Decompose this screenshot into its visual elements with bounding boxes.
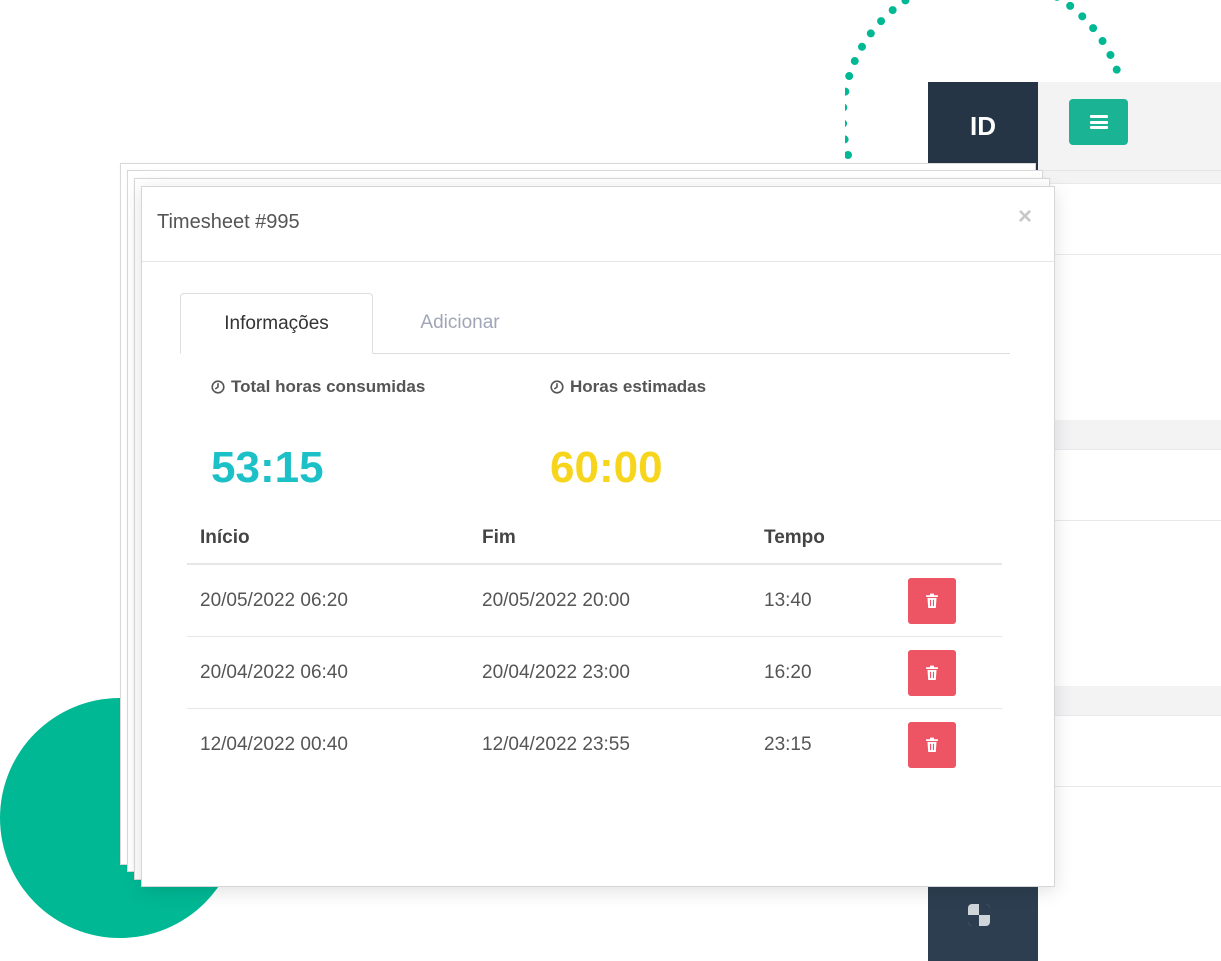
timesheet-table: Início Fim Tempo 20/05/2022 06:20 20/05/… xyxy=(187,513,1002,780)
tab-informacoes[interactable]: Informações xyxy=(180,293,373,354)
table-row: 12/04/2022 00:40 12/04/2022 23:55 23:15 xyxy=(187,709,1002,781)
delete-button[interactable] xyxy=(908,577,956,624)
clock-icon xyxy=(211,380,225,394)
table-row: 20/05/2022 06:20 20/05/2022 20:00 13:40 xyxy=(187,564,1002,637)
close-icon[interactable]: × xyxy=(1018,205,1032,229)
modal-header: Timesheet #995 × xyxy=(142,187,1054,262)
trash-icon xyxy=(926,737,938,752)
trash-icon xyxy=(926,665,938,680)
cell-fim: 20/04/2022 23:00 xyxy=(469,636,751,709)
cell-actions xyxy=(891,564,1002,637)
cell-actions xyxy=(891,709,1002,781)
table-header-row: Início Fim Tempo xyxy=(187,513,1002,565)
cell-fim: 12/04/2022 23:55 xyxy=(482,733,630,755)
cell-tempo: 16:20 xyxy=(751,636,891,709)
column-header-inicio: Início xyxy=(187,513,469,565)
tab-bar: Informações Adicionar xyxy=(180,293,1010,354)
stat-consumed: Total horas consumidas 53:15 xyxy=(211,377,425,492)
cell-fim: 20/05/2022 20:00 xyxy=(469,564,751,637)
content-panel xyxy=(1038,183,1221,420)
trash-icon xyxy=(926,593,938,608)
stat-consumed-value: 53:15 xyxy=(211,443,324,492)
stat-estimated: Horas estimadas 60:00 xyxy=(550,377,706,492)
cell-tempo: 23:15 xyxy=(764,733,812,755)
column-header-actions xyxy=(891,513,1002,565)
clock-icon xyxy=(550,380,564,394)
delete-button[interactable] xyxy=(908,649,956,696)
cell-inicio: 20/05/2022 06:20 xyxy=(187,564,469,637)
app-logo: ID xyxy=(928,82,1038,170)
dashboard-icon[interactable] xyxy=(968,904,990,926)
cell-actions xyxy=(891,636,1002,709)
stat-consumed-label-row: Total horas consumidas xyxy=(211,377,425,397)
top-bar xyxy=(1038,82,1221,171)
menu-toggle-button[interactable] xyxy=(1069,99,1128,145)
stat-estimated-label-row: Horas estimadas xyxy=(550,377,706,397)
timesheet-modal: Timesheet #995 × Informações Adicionar T… xyxy=(141,186,1055,887)
stat-estimated-value: 60:00 xyxy=(550,443,663,492)
modal-title: Timesheet #995 xyxy=(157,211,300,233)
stat-estimated-label: Horas estimadas xyxy=(570,377,707,396)
cell-inicio: 12/04/2022 00:40 xyxy=(200,733,348,755)
stage: ID Timesheet #995 × Informações Adiciona… xyxy=(0,0,1221,961)
content-panel xyxy=(1038,715,1221,961)
hamburger-icon xyxy=(1089,115,1108,129)
table-row: 20/04/2022 06:40 20/04/2022 23:00 16:20 xyxy=(187,636,1002,709)
content-panel xyxy=(1038,449,1221,686)
delete-button[interactable] xyxy=(908,721,956,768)
column-header-tempo: Tempo xyxy=(751,513,891,565)
column-header-fim: Fim xyxy=(469,513,751,565)
cell-tempo: 13:40 xyxy=(751,564,891,637)
content-area xyxy=(1038,171,1221,961)
cell-inicio: 20/04/2022 06:40 xyxy=(187,636,469,709)
stat-consumed-label: Total horas consumidas xyxy=(231,377,426,396)
tab-adicionar[interactable]: Adicionar xyxy=(380,293,540,353)
